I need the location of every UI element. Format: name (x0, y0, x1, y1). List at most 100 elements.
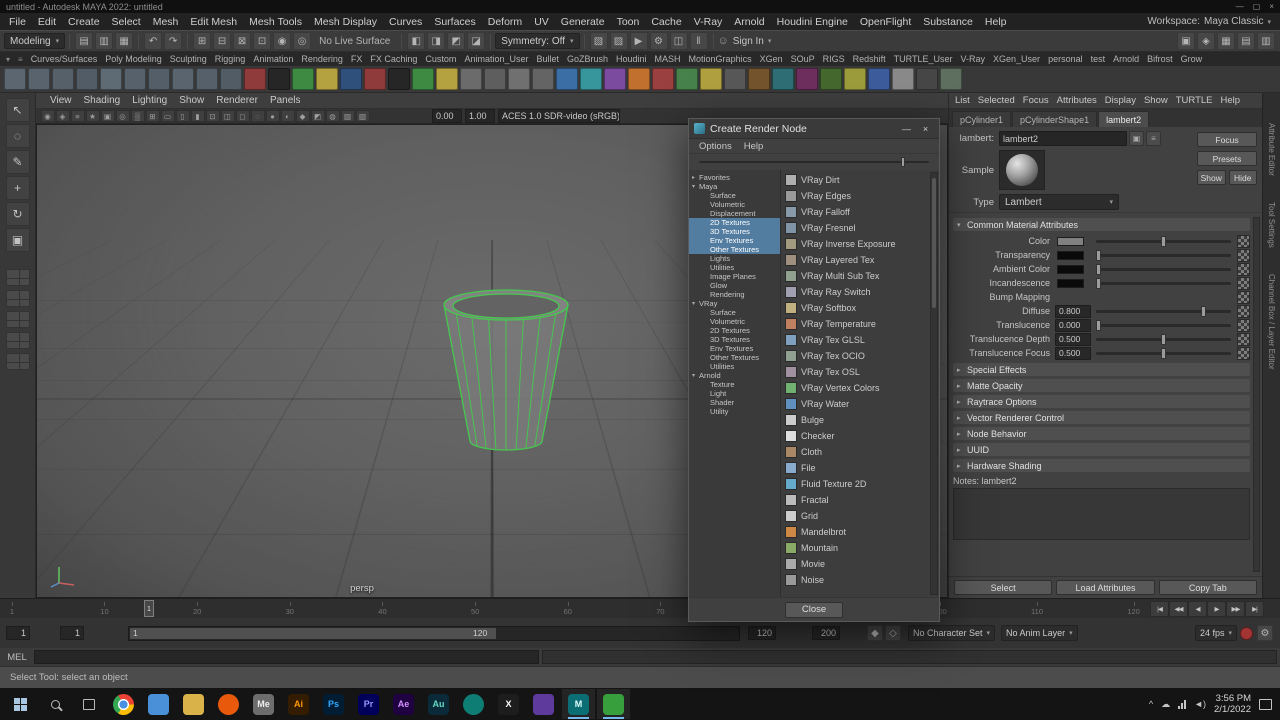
slider-handle[interactable] (901, 157, 905, 167)
construction-history-icon[interactable]: ◪ (467, 32, 485, 50)
slider-handle[interactable] (1201, 306, 1206, 317)
resolution-gate-icon[interactable]: ▯ (176, 110, 190, 122)
taskbar-app-photoshop[interactable]: Ps (317, 689, 350, 719)
menu-item[interactable]: Edit (32, 16, 62, 28)
attribute-slider[interactable] (1096, 240, 1231, 243)
sidebar-tab-attribute-editor[interactable]: Attribute Editor (1267, 123, 1276, 176)
create-map-button[interactable] (1237, 305, 1250, 318)
render-node-item[interactable]: VRay Water (783, 396, 928, 412)
safe-title-icon[interactable]: ◻ (236, 110, 250, 122)
create-map-button[interactable] (1237, 235, 1250, 248)
playback-end-field[interactable]: 120 (748, 626, 776, 640)
move-tool[interactable]: + (6, 176, 30, 200)
select-camera-icon[interactable]: ◉ (41, 110, 55, 122)
render-category-item[interactable]: Image Planes (689, 272, 780, 281)
render-node-item[interactable]: File (783, 460, 928, 476)
render-category-item[interactable]: Volumetric (689, 200, 780, 209)
shelf-button[interactable] (292, 68, 314, 90)
panel-menu-item[interactable]: Show (173, 95, 210, 106)
shelf-tab[interactable]: RIGS (819, 54, 849, 64)
close-button[interactable]: Close (785, 602, 843, 618)
render-category-item[interactable]: ▾ Maya (689, 182, 780, 191)
shelf-button[interactable] (628, 68, 650, 90)
snap-to-grid-icon[interactable]: ⊞ (193, 32, 211, 50)
render-node-item[interactable]: Noise (783, 572, 928, 588)
shelf-button[interactable] (436, 68, 458, 90)
dialog-menu-item[interactable]: Options (693, 141, 738, 152)
select-tool[interactable]: ↖ (6, 98, 30, 122)
render-node-item[interactable]: Cloth (783, 444, 928, 460)
material-sample-swatch[interactable] (999, 150, 1045, 190)
shelf-button[interactable] (28, 68, 50, 90)
render-category-item[interactable]: Texture (689, 380, 780, 389)
go-to-end-button[interactable]: ▶| (1245, 601, 1264, 617)
shelf-tab[interactable]: personal (1044, 54, 1087, 64)
create-map-button[interactable] (1237, 333, 1250, 346)
rotate-tool[interactable]: ↻ (6, 202, 30, 226)
shelf-button[interactable] (580, 68, 602, 90)
create-map-button[interactable] (1237, 319, 1250, 332)
icon-size-slider[interactable] (689, 154, 939, 170)
time-slider[interactable]: 1102030405060708090100110120 1 (0, 598, 1148, 618)
section-header[interactable]: ▸ Special Effects (953, 363, 1250, 376)
attribute-slider[interactable] (1096, 310, 1231, 313)
shelf-tab[interactable]: Rigging (211, 54, 250, 64)
range-slider[interactable]: 1 120 (128, 626, 740, 641)
shelf-button[interactable] (124, 68, 146, 90)
section-header[interactable]: ▸ Node Behavior (953, 427, 1250, 440)
shelf-tab[interactable]: Grow (1177, 54, 1207, 64)
slider-handle[interactable] (1161, 334, 1166, 345)
panel-menu-item[interactable]: Lighting (126, 95, 173, 106)
hide-button[interactable]: Hide (1229, 170, 1258, 185)
render-node-item[interactable]: VRay Vertex Colors (783, 380, 928, 396)
shelf-button[interactable] (916, 68, 938, 90)
menu-item[interactable]: OpenFlight (854, 16, 917, 28)
focus-button[interactable]: Focus (1197, 132, 1257, 147)
taskbar-app-illustrator[interactable]: Ai (282, 689, 315, 719)
create-map-button[interactable] (1237, 277, 1250, 290)
character-set-selector[interactable]: No Character Set ▾ (908, 625, 995, 641)
shelf-button[interactable] (484, 68, 506, 90)
shelf-tab[interactable]: Bifrost (1143, 54, 1177, 64)
shelf-button[interactable] (868, 68, 890, 90)
menu-item[interactable]: Create (62, 16, 106, 28)
create-map-button[interactable] (1237, 291, 1250, 304)
layout-single-pane-button[interactable] (6, 269, 30, 286)
render-node-item[interactable]: VRay Tex OCIO (783, 348, 928, 364)
wireframe-mode-icon[interactable]: ◌ (251, 110, 265, 122)
textured-mode-icon[interactable]: ◐ (281, 110, 295, 122)
panel-menu-item[interactable]: Panels (264, 95, 307, 106)
sidebar-tab-channel-box[interactable]: Channel Box / Layer Editor (1267, 274, 1276, 370)
graph-editor-icon[interactable]: ▦ (1217, 32, 1235, 50)
taskbar-app-blue-folder[interactable] (142, 689, 175, 719)
paint-select-tool[interactable]: ✎ (6, 150, 30, 174)
shelf-button[interactable] (556, 68, 578, 90)
bookmarks-icon[interactable]: ★ (86, 110, 100, 122)
command-input[interactable] (34, 650, 539, 664)
render-category-item[interactable]: Other Textures (689, 245, 780, 254)
section-header[interactable]: ▸ Vector Renderer Control (953, 411, 1250, 424)
color-swatch[interactable] (1057, 237, 1084, 246)
new-scene-icon[interactable]: ▤ (75, 32, 93, 50)
shelf-button[interactable] (604, 68, 626, 90)
taskbar-clock[interactable]: 3:56 PM 2/1/2022 (1214, 693, 1251, 716)
playback-range-bar[interactable] (130, 628, 496, 639)
hypershade-icon[interactable]: ◈ (1197, 32, 1215, 50)
attribute-editor-menu-item[interactable]: Show (1140, 95, 1172, 106)
make-live-icon[interactable]: ◎ (293, 32, 311, 50)
render-node-item[interactable]: Fluid Texture 2D (783, 476, 928, 492)
material-type-dropdown[interactable]: Lambert ▾ (999, 194, 1119, 210)
camera-attributes-icon[interactable]: ≡ (71, 110, 85, 122)
auto-keyframe-toggle[interactable] (1240, 627, 1253, 640)
shelf-tab[interactable]: GoZBrush (563, 54, 612, 64)
dialog-minimize-button[interactable]: — (898, 121, 915, 136)
render-node-item[interactable]: Movie (783, 556, 928, 572)
shelf-button[interactable] (268, 68, 290, 90)
pin-tab-icon[interactable]: ▣ (1129, 131, 1144, 146)
section-header[interactable]: ▸ Raytrace Options (953, 395, 1250, 408)
playback-start-field[interactable]: 1 (60, 626, 84, 640)
exposure-field[interactable]: 0.00 (432, 109, 462, 123)
film-gate-icon[interactable]: ▭ (161, 110, 175, 122)
render-node-item[interactable]: VRay Dirt (783, 172, 928, 188)
shelf-button[interactable] (172, 68, 194, 90)
